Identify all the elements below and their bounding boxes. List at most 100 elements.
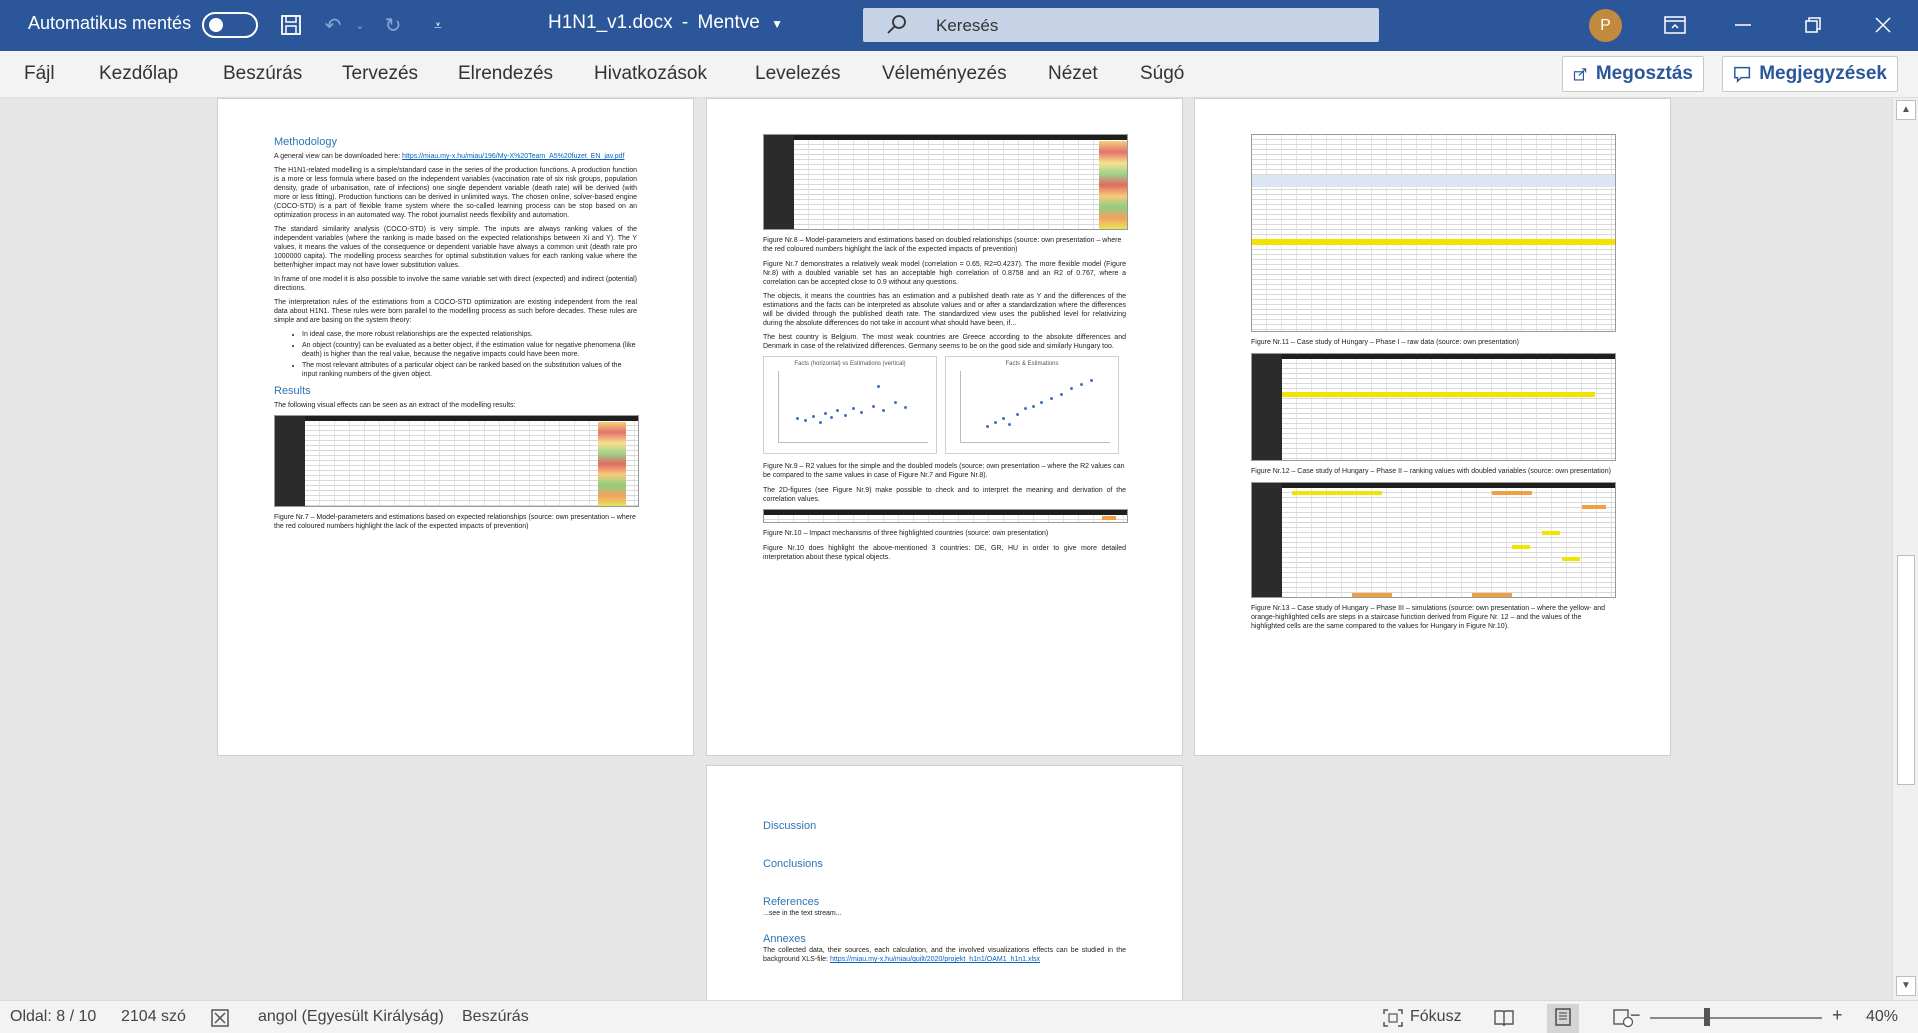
tab-references[interactable]: Hivatkozások [594, 63, 707, 85]
figure-10-caption: Figure Nr.10 – Impact mechanisms of thre… [763, 530, 1049, 537]
page-counter[interactable]: Oldal: 8 / 10 [10, 1008, 96, 1026]
autosave-toggle[interactable] [202, 12, 258, 38]
document-name: H1N1_v1.docx [548, 12, 673, 33]
zoom-slider[interactable] [1650, 1017, 1822, 1019]
references-heading: References [763, 896, 820, 908]
tab-review[interactable]: Véleményezés [882, 63, 1007, 85]
tab-insert[interactable]: Beszúrás [223, 63, 302, 85]
ribbon-display-options-icon[interactable] [1660, 12, 1690, 38]
language-indicator[interactable]: angol (Egyesült Királyság) [258, 1008, 444, 1026]
list-item: In ideal case, the more robust relations… [302, 330, 637, 339]
tab-view[interactable]: Nézet [1048, 63, 1098, 85]
figure-13-table-image [1251, 482, 1616, 598]
proofing-icon[interactable] [210, 1008, 232, 1033]
figure-11-caption: Figure Nr.11 – Case study of Hungary – P… [1251, 339, 1519, 346]
annexes-heading: Annexes [763, 933, 806, 945]
figure-10-table-image [763, 509, 1128, 523]
chevron-down-icon: ▼ [771, 17, 783, 31]
undo-icon[interactable]: ↶ [318, 10, 348, 40]
download-paragraph: A general view can be downloaded here: h… [274, 153, 625, 160]
paragraph: The interpretation rules of the estimati… [274, 299, 637, 324]
page-1[interactable]: Methodology A general view can be downlo… [217, 98, 694, 756]
paragraph: In frame of one model it is also possibl… [274, 276, 637, 292]
figure-9-caption: Figure Nr.9 – R2 values for the simple a… [763, 463, 1125, 479]
page-3[interactable]: Figure Nr.11 – Case study of Hungary – P… [1194, 98, 1671, 756]
figure-11-table-image [1251, 134, 1616, 332]
title-bar: Automatikus mentés ↶ ⌄ ↻ ⩡ H1N1_v1.docx … [0, 0, 1918, 51]
ribbon-tabs: Fájl Kezdőlap Beszúrás Tervezés Elrendez… [0, 51, 1918, 98]
share-button[interactable]: Megosztás [1562, 56, 1704, 92]
paragraph: Figure Nr.7 demonstrates a relatively we… [763, 261, 1126, 286]
read-mode-icon[interactable] [1493, 1008, 1515, 1033]
toggle-knob [209, 18, 223, 32]
comments-button[interactable]: Megjegyzések [1722, 56, 1898, 92]
print-layout-icon[interactable] [1547, 1004, 1579, 1033]
results-heading: Results [274, 385, 311, 397]
page-2[interactable]: Figure Nr.8 – Model-parameters and estim… [706, 98, 1183, 756]
scroll-down-icon[interactable]: ▼ [1896, 976, 1916, 996]
search-box[interactable]: Keresés [863, 8, 1379, 42]
paragraph: The H1N1-related modelling is a simple/s… [274, 167, 637, 219]
document-canvas[interactable]: Methodology A general view can be downlo… [0, 98, 1892, 1000]
annexes-paragraph: The collected data, their sources, each … [763, 947, 1126, 963]
chart-title: Facts (horizontal) vs Estimations (verti… [794, 361, 906, 367]
chart-title: Facts & Estimations [1005, 361, 1059, 367]
figure-7-caption: Figure Nr.7 – Model-parameters and estim… [274, 514, 636, 530]
figure-13-caption: Figure Nr.13 – Case study of Hungary – P… [1251, 605, 1606, 630]
close-icon[interactable] [1868, 12, 1898, 38]
list-item: The most relevant attributes of a partic… [302, 361, 637, 379]
paragraph: The 2D-figures (see Figure Nr.9) make po… [763, 487, 1126, 503]
restore-icon[interactable] [1798, 12, 1828, 38]
figure-12-table-image [1251, 353, 1616, 461]
search-placeholder: Keresés [936, 16, 999, 35]
comments-label: Megjegyzések [1759, 63, 1887, 84]
annexes-link[interactable]: https://miau.my-x.hu/miau/quilt/2020/pro… [830, 956, 1040, 963]
autosave-label: Automatikus mentés [28, 13, 192, 33]
figure-7-table-image [274, 415, 639, 507]
paragraph: The standard similarity analysis (COCO-S… [274, 226, 637, 269]
tab-layout[interactable]: Elrendezés [458, 63, 553, 85]
references-text: ...see in the text stream... [763, 910, 842, 917]
tab-home[interactable]: Kezdőlap [99, 63, 178, 85]
share-label: Megosztás [1595, 63, 1693, 84]
figure-12-caption: Figure Nr.12 – Case study of Hungary – P… [1251, 468, 1611, 475]
paragraph: The best country is Belgium. The most we… [763, 334, 1126, 350]
vertical-scrollbar[interactable]: ▲ ▼ [1892, 98, 1918, 1000]
chart-facts-and-estimations: Facts & Estimations [945, 356, 1119, 454]
save-state: Mentve [697, 12, 760, 33]
tab-file[interactable]: Fájl [24, 63, 55, 85]
list-item: An object (country) can be evaluated as … [302, 341, 637, 359]
focus-icon[interactable] [1382, 1008, 1404, 1033]
insert-mode[interactable]: Beszúrás [462, 1008, 529, 1026]
tab-design[interactable]: Tervezés [342, 63, 418, 85]
search-icon [887, 15, 906, 34]
tab-mailings[interactable]: Levelezés [755, 63, 841, 85]
discussion-heading: Discussion [763, 820, 817, 832]
status-bar: Oldal: 8 / 10 2104 szó angol (Egyesült K… [0, 1000, 1918, 1033]
zoom-level[interactable]: 40% [1866, 1008, 1898, 1026]
chart-facts-vs-estimations: Facts (horizontal) vs Estimations (verti… [763, 356, 937, 454]
document-title[interactable]: H1N1_v1.docx - Mentve ▼ [548, 12, 783, 34]
word-count[interactable]: 2104 szó [121, 1008, 186, 1026]
zoom-in-icon[interactable]: + [1832, 1005, 1843, 1026]
zoom-slider-thumb[interactable] [1704, 1008, 1710, 1026]
zoom-out-icon[interactable]: − [1630, 1005, 1641, 1026]
redo-icon[interactable]: ↻ [378, 10, 408, 40]
save-icon[interactable] [276, 10, 306, 40]
figure-8-caption: Figure Nr.8 – Model-parameters and estim… [763, 237, 1122, 253]
figure-9-charts: Facts (horizontal) vs Estimations (verti… [763, 356, 1126, 456]
rules-list: In ideal case, the more robust relations… [302, 330, 637, 379]
conclusions-heading: Conclusions [763, 858, 823, 870]
focus-label[interactable]: Fókusz [1410, 1008, 1462, 1026]
page-4[interactable]: Discussion Conclusions References ...see… [706, 765, 1183, 1000]
avatar[interactable]: P [1589, 9, 1622, 42]
paragraph: The objects, it means the countries has … [763, 293, 1126, 327]
minimize-icon[interactable] [1728, 12, 1758, 38]
tab-help[interactable]: Súgó [1140, 63, 1184, 85]
scroll-up-icon[interactable]: ▲ [1896, 100, 1916, 120]
download-link[interactable]: https://miau.my-x.hu/miau/196/My-X%20Tea… [402, 153, 624, 160]
undo-dropdown-icon[interactable]: ⌄ [345, 10, 375, 40]
comment-icon [1734, 66, 1751, 84]
customize-toolbar-icon[interactable]: ⩡ [423, 10, 453, 40]
scroll-thumb[interactable] [1897, 555, 1915, 785]
